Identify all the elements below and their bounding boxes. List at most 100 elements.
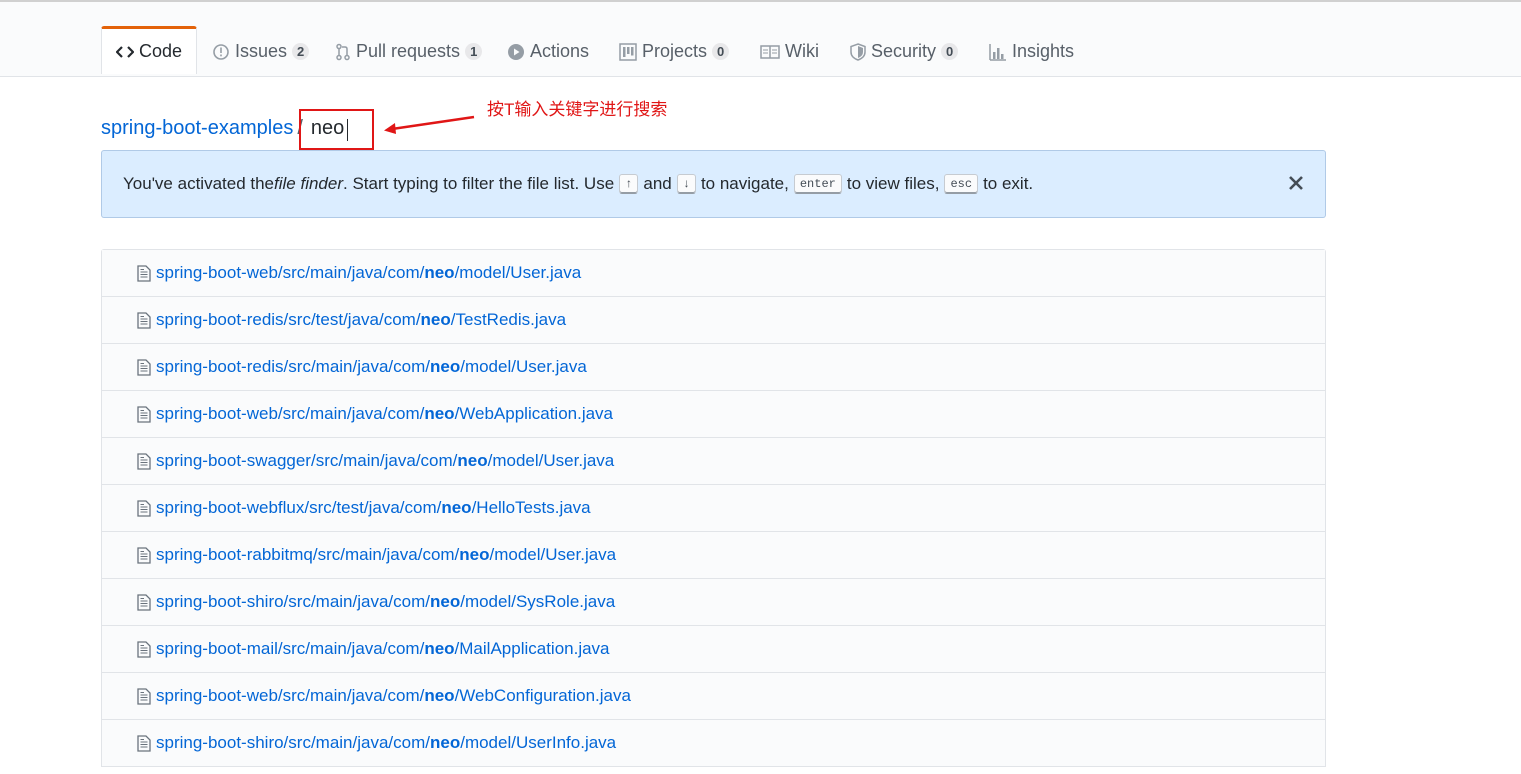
file-path-match: neo (424, 404, 455, 423)
file-icon (137, 593, 151, 611)
file-list: spring-boot-web/src/main/java/com/neo/mo… (101, 249, 1326, 767)
file-icon (137, 264, 151, 282)
file-icon (137, 640, 151, 658)
file-row[interactable]: spring-boot-redis/src/test/java/com/neo/… (102, 297, 1325, 344)
projects-counter: 0 (712, 43, 730, 60)
tab-security[interactable]: Security 0 (850, 27, 959, 76)
file-path-link[interactable]: spring-boot-shiro/src/main/java/com/neo/… (156, 592, 615, 612)
file-path-prefix: spring-boot-webflux/src/test/java/com/ (156, 498, 442, 517)
file-path-prefix: spring-boot-shiro/src/main/java/com/ (156, 733, 430, 752)
file-path-prefix: spring-boot-redis/src/main/java/com/ (156, 357, 430, 376)
file-path-prefix: spring-boot-mail/src/main/java/com/ (156, 639, 425, 658)
key-esc: esc (944, 174, 979, 194)
file-path-suffix: /model/User.java (454, 263, 582, 282)
file-path-suffix: /model/User.java (460, 357, 587, 376)
book-icon (760, 44, 780, 60)
file-path-prefix: spring-boot-redis/src/test/java/com/ (156, 310, 421, 329)
tab-pull-requests[interactable]: Pull requests 1 (335, 27, 483, 76)
file-path-link[interactable]: spring-boot-mail/src/main/java/com/neo/M… (156, 639, 610, 659)
file-path-link[interactable]: spring-boot-rabbitmq/src/main/java/com/n… (156, 545, 616, 565)
notice-text-4: to navigate, (700, 174, 789, 193)
file-path-link[interactable]: spring-boot-web/src/main/java/com/neo/mo… (156, 263, 581, 283)
tab-projects-label: Projects (642, 41, 708, 61)
file-icon (137, 734, 151, 752)
notice-text-1: You've activated the (123, 174, 275, 193)
annotation-arrow (384, 115, 475, 134)
file-row[interactable]: spring-boot-web/src/main/java/com/neo/We… (102, 673, 1325, 720)
key-enter: enter (793, 174, 842, 194)
file-row[interactable]: spring-boot-webflux/src/test/java/com/ne… (102, 485, 1325, 532)
file-path-prefix: spring-boot-shiro/src/main/java/com/ (156, 592, 430, 611)
file-path-suffix: /WebApplication.java (454, 404, 614, 423)
security-counter: 0 (941, 43, 959, 60)
tab-wiki[interactable]: Wiki (760, 27, 819, 76)
file-path-link[interactable]: spring-boot-webflux/src/test/java/com/ne… (156, 498, 591, 518)
file-row[interactable]: spring-boot-swagger/src/main/java/com/ne… (102, 438, 1325, 485)
annotation-highlight-box (299, 109, 374, 150)
file-path-match: neo (429, 357, 461, 376)
key-down: ↓ (676, 174, 696, 194)
tab-code[interactable]: Code (101, 26, 198, 74)
pull-request-icon (335, 43, 351, 61)
file-finder-notice: You've activated the file finder. Start … (101, 150, 1326, 218)
close-icon[interactable] (1287, 174, 1305, 192)
issues-counter: 2 (292, 43, 310, 60)
shield-icon (850, 42, 866, 61)
file-row[interactable]: spring-boot-web/src/main/java/com/neo/mo… (102, 250, 1325, 297)
file-path-link[interactable]: spring-boot-redis/src/main/java/com/neo/… (156, 357, 587, 377)
file-icon (137, 499, 151, 517)
file-path-prefix: spring-boot-web/src/main/java/com/ (156, 263, 425, 282)
play-icon (507, 43, 525, 61)
file-icon (137, 358, 151, 376)
file-row[interactable]: spring-boot-mail/src/main/java/com/neo/M… (102, 626, 1325, 673)
file-path-match: neo (424, 639, 455, 658)
tab-projects[interactable]: Projects 0 (619, 27, 730, 76)
tab-insights[interactable]: Insights (989, 27, 1074, 76)
issue-icon (212, 43, 230, 61)
file-path-match: neo (457, 451, 488, 470)
file-path-suffix: /MailApplication.java (454, 639, 610, 658)
file-path-link[interactable]: spring-boot-web/src/main/java/com/neo/We… (156, 404, 613, 424)
tab-actions-label: Actions (530, 41, 590, 61)
tab-security-label: Security (871, 41, 937, 61)
file-path-link[interactable]: spring-boot-shiro/src/main/java/com/neo/… (156, 733, 616, 753)
tab-pull-requests-label: Pull requests (356, 41, 461, 61)
project-icon (619, 42, 637, 61)
file-path-suffix: /WebConfiguration.java (454, 686, 631, 705)
file-path-match: neo (429, 733, 461, 752)
tab-actions[interactable]: Actions (507, 27, 589, 76)
repo-nav: Code Issues 2 Pull requests 1 Actions Pr… (0, 2, 1521, 77)
key-up: ↑ (619, 174, 639, 194)
file-icon (137, 546, 151, 564)
file-icon (137, 452, 151, 470)
notice-text-3: and (643, 174, 672, 193)
file-path-suffix: /model/SysRole.java (460, 592, 616, 611)
file-row[interactable]: spring-boot-shiro/src/main/java/com/neo/… (102, 579, 1325, 626)
pull-requests-counter: 1 (465, 43, 483, 60)
tab-issues-label: Issues (235, 41, 288, 61)
file-icon (137, 405, 151, 423)
file-row[interactable]: spring-boot-rabbitmq/src/main/java/com/n… (102, 532, 1325, 579)
file-path-link[interactable]: spring-boot-redis/src/test/java/com/neo/… (156, 310, 566, 330)
file-path-link[interactable]: spring-boot-web/src/main/java/com/neo/We… (156, 686, 631, 706)
tab-insights-label: Insights (1012, 41, 1075, 61)
file-row[interactable]: spring-boot-web/src/main/java/com/neo/We… (102, 391, 1325, 438)
file-path-match: neo (441, 498, 472, 517)
notice-text-2: . Start typing to filter the file list. … (343, 174, 615, 193)
file-path-match: neo (420, 310, 451, 329)
file-path-link[interactable]: spring-boot-swagger/src/main/java/com/ne… (156, 451, 614, 471)
file-row[interactable]: spring-boot-shiro/src/main/java/com/neo/… (102, 720, 1325, 767)
tab-issues[interactable]: Issues 2 (212, 27, 310, 76)
file-path-suffix: /model/UserInfo.java (460, 733, 617, 752)
repo-link[interactable]: spring-boot-examples (101, 117, 293, 140)
file-path-suffix: /model/User.java (487, 451, 615, 470)
file-row[interactable]: spring-boot-redis/src/main/java/com/neo/… (102, 344, 1325, 391)
file-path-suffix: /TestRedis.java (450, 310, 567, 329)
tab-code-label: Code (139, 41, 183, 61)
notice-text-5: to view files, (846, 174, 940, 193)
file-path-prefix: spring-boot-rabbitmq/src/main/java/com/ (156, 545, 460, 564)
file-path-suffix: /model/User.java (489, 545, 617, 564)
file-path-suffix: /HelloTests.java (471, 498, 591, 517)
file-path-match: neo (424, 686, 455, 705)
file-icon (137, 311, 151, 329)
